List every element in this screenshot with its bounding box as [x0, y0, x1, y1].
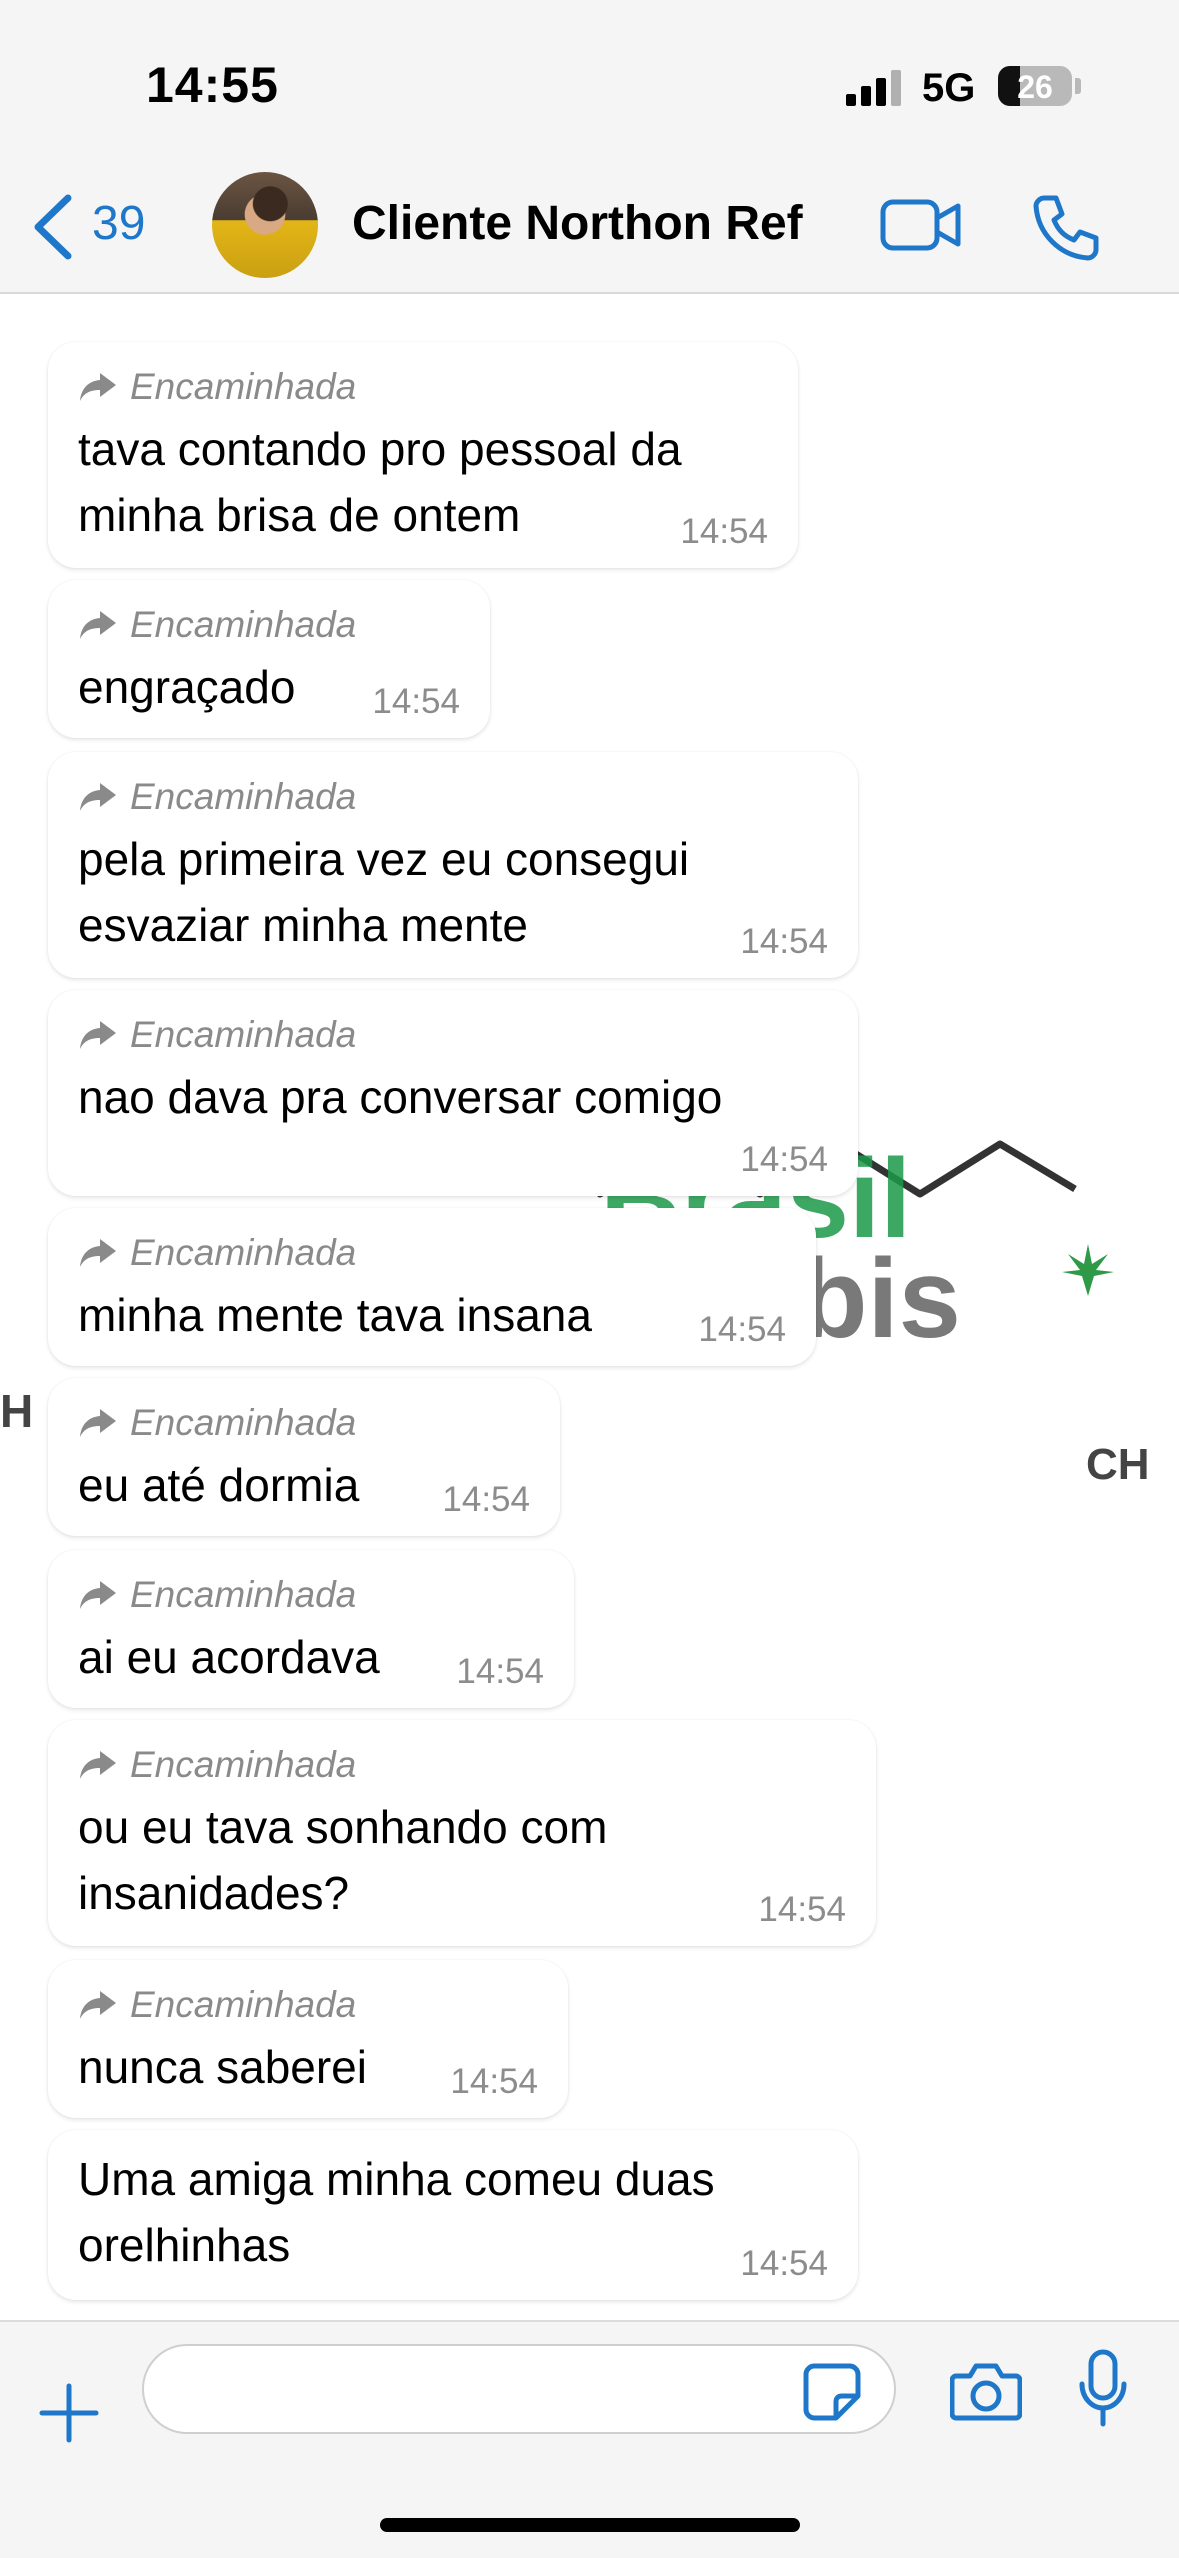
- message-text: pela primeira vez eu consegui esvaziar m…: [78, 833, 690, 951]
- message-bubble[interactable]: Encaminhada eu até dormia 14:54: [48, 1378, 560, 1536]
- message-time: 14:54: [680, 512, 768, 551]
- forwarded-label: Encaminhada: [78, 774, 828, 820]
- message-bubble[interactable]: Encaminhada nunca saberei 14:54: [48, 1960, 568, 2118]
- phone-icon[interactable]: [1030, 192, 1100, 262]
- message-time: 14:54: [456, 1652, 544, 1691]
- status-time: 14:55: [146, 57, 279, 113]
- forwarded-text: Encaminhada: [130, 366, 357, 407]
- forward-arrow-icon: [80, 783, 116, 811]
- forwarded-text: Encaminhada: [130, 1574, 357, 1615]
- message-time: 14:54: [758, 1890, 846, 1929]
- forwarded-label: Encaminhada: [78, 602, 460, 648]
- video-call-icon[interactable]: [880, 196, 962, 254]
- contact-name[interactable]: Cliente Northon Ref: [352, 196, 803, 251]
- back-unread-count[interactable]: 39: [92, 196, 145, 251]
- message-text: minha mente tava insana: [78, 1289, 592, 1341]
- forwarded-text: Encaminhada: [130, 1014, 357, 1055]
- message-text: ou eu tava sonhando com insanidades?: [78, 1801, 608, 1919]
- forwarded-label: Encaminhada: [78, 364, 768, 410]
- network-type: 5G: [922, 66, 976, 110]
- message-bubble[interactable]: Encaminhada nao dava pra conversar comig…: [48, 990, 858, 1196]
- message-bubble[interactable]: Uma amiga minha comeu duas orelhinhas 14…: [48, 2130, 858, 2300]
- forward-arrow-icon: [80, 1239, 116, 1267]
- message-time: 14:54: [442, 1480, 530, 1519]
- message-time: 14:54: [740, 1140, 828, 1179]
- forwarded-label: Encaminhada: [78, 1230, 786, 1276]
- back-chevron-icon[interactable]: [24, 190, 84, 264]
- battery-percent: 26: [1017, 69, 1053, 105]
- forward-arrow-icon: [80, 611, 116, 639]
- message-bubble[interactable]: Encaminhada engraçado 14:54: [48, 580, 490, 738]
- message-time: 14:54: [740, 2244, 828, 2283]
- microphone-icon[interactable]: [1078, 2348, 1128, 2430]
- forward-arrow-icon: [80, 1581, 116, 1609]
- forward-arrow-icon: [80, 1751, 116, 1779]
- message-bubble[interactable]: Encaminhada tava contando pro pessoal da…: [48, 342, 798, 568]
- chat-area[interactable]: Brasil nnabis H CH Encaminhada tava cont…: [0, 294, 1179, 2320]
- forward-arrow-icon: [80, 373, 116, 401]
- camera-icon[interactable]: [950, 2360, 1022, 2422]
- wallpaper-formula-right: CH: [1086, 1440, 1150, 1489]
- message-text: tava contando pro pessoal da minha brisa…: [78, 423, 682, 541]
- forwarded-label: Encaminhada: [78, 1982, 538, 2028]
- forwarded-label: Encaminhada: [78, 1400, 530, 1446]
- message-input[interactable]: [142, 2344, 896, 2434]
- sticker-icon[interactable]: [802, 2362, 862, 2422]
- message-bubble[interactable]: Encaminhada minha mente tava insana 14:5…: [48, 1208, 816, 1366]
- message-time: 14:54: [698, 1310, 786, 1349]
- forwarded-text: Encaminhada: [130, 776, 357, 817]
- message-bubble[interactable]: Encaminhada ou eu tava sonhando com insa…: [48, 1720, 876, 1946]
- forward-arrow-icon: [80, 1021, 116, 1049]
- home-indicator: [380, 2518, 800, 2532]
- contact-avatar[interactable]: [212, 172, 318, 278]
- message-bubble[interactable]: Encaminhada ai eu acordava 14:54: [48, 1550, 574, 1708]
- forwarded-label: Encaminhada: [78, 1012, 828, 1058]
- plus-icon[interactable]: [38, 2382, 100, 2444]
- forwarded-text: Encaminhada: [130, 1984, 357, 2025]
- forwarded-label: Encaminhada: [78, 1742, 846, 1788]
- message-text: Uma amiga minha comeu duas orelhinhas: [78, 2153, 715, 2271]
- message-time: 14:54: [372, 682, 460, 721]
- cellular-signal-icon: [846, 70, 901, 106]
- forward-arrow-icon: [80, 1991, 116, 2019]
- message-bubble[interactable]: Encaminhada pela primeira vez eu consegu…: [48, 752, 858, 978]
- cannabis-leaf-icon: [1062, 1244, 1114, 1296]
- forwarded-text: Encaminhada: [130, 1402, 357, 1443]
- forwarded-text: Encaminhada: [130, 1744, 357, 1785]
- forwarded-text: Encaminhada: [130, 604, 357, 645]
- forwarded-text: Encaminhada: [130, 1232, 357, 1273]
- battery-indicator: 26: [998, 66, 1072, 106]
- message-time: 14:54: [740, 922, 828, 961]
- forward-arrow-icon: [80, 1409, 116, 1437]
- battery-tip: [1075, 78, 1081, 94]
- wallpaper-formula-left: H: [0, 1385, 34, 1437]
- message-composer: [0, 2320, 1179, 2558]
- message-text: nao dava pra conversar comigo: [78, 1071, 723, 1123]
- message-time: 14:54: [450, 2062, 538, 2101]
- top-bar: 14:55 5G 26 39 Cliente Northon Ref: [0, 0, 1179, 294]
- forwarded-label: Encaminhada: [78, 1572, 544, 1618]
